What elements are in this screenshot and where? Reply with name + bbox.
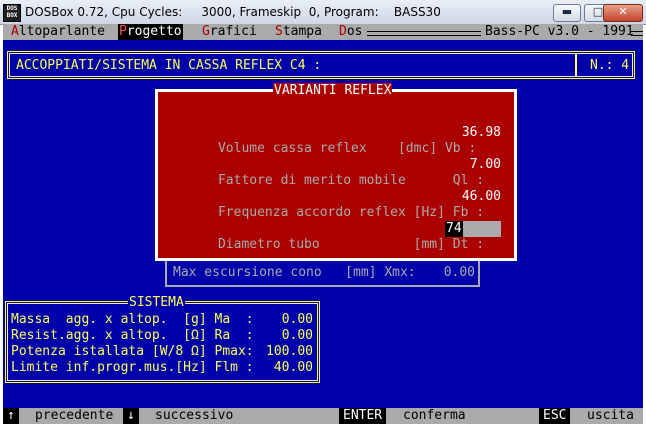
menu-hotkey: S <box>275 24 283 39</box>
menu-dos[interactable]: Dos <box>339 24 362 40</box>
field-value: 36.98 <box>461 125 501 140</box>
project-header-box: ACCOPPIATI/SISTEMA IN CASSA REFLEX C4 : … <box>7 51 635 79</box>
menu-hotkey: P <box>119 24 127 39</box>
row-value: 0.00 <box>281 312 313 327</box>
sistema-row-resistenza: Resist.agg. x altop. [Ω] Ra : 0.00 <box>11 328 313 344</box>
menu-progetto[interactable]: Progetto <box>118 24 183 40</box>
menu-hotkey: D <box>339 24 347 39</box>
project-header-title: ACCOPPIATI/SISTEMA IN CASSA REFLEX C4 : <box>16 58 322 73</box>
sistema-row-massa: Massa agg. x altop. [g] Ma : 0.00 <box>11 312 313 328</box>
label-conferma: conferma <box>403 408 466 423</box>
row-label: Potenza istallata [W/8 Ω] Pmax: <box>11 344 254 359</box>
field-label: Fattore di merito mobile Ql : <box>217 173 485 188</box>
row-label: Limite inf.progr.mus.[Hz] Flm : <box>11 360 254 375</box>
project-number: N.: 4 <box>590 58 630 73</box>
close-icon: ✕ <box>618 5 628 18</box>
menu-label: rafici <box>209 24 257 39</box>
dialog-title: VARIANTI REFLEX <box>273 83 393 99</box>
field-label: Frequenza accordo reflex [Hz] Fb : <box>217 205 485 220</box>
row-label: Massa agg. x altop. [g] Ma : <box>11 312 254 327</box>
minimize-button[interactable]: ▬ <box>553 4 581 22</box>
menu-grafici[interactable]: Grafici <box>202 24 257 40</box>
key-esc[interactable]: ESC <box>539 408 571 424</box>
key-up-arrow[interactable]: ↑ <box>3 408 19 424</box>
program-version-label: Bass-PC v3.0 - 1991 <box>483 24 636 40</box>
sistema-panel: SISTEMA Massa agg. x altop. [g] Ma : 0.00… <box>5 295 320 383</box>
row-value: 100.00 <box>266 344 313 359</box>
header-separator <box>575 54 577 76</box>
menu-label: ltoparlante <box>18 24 105 39</box>
varianti-reflex-dialog: VARIANTI REFLEX Volume cassa reflex [dmc… <box>155 83 517 261</box>
menu-label: rogetto <box>126 24 182 39</box>
menu-divider-line-end <box>631 31 643 36</box>
diametro-tubo-input-text: 74 <box>445 221 463 237</box>
menu-hotkey: A <box>11 24 19 39</box>
menu-altoparlante[interactable]: Altoparlante <box>11 24 105 40</box>
row-value: 0.00 <box>281 328 313 343</box>
status-bar: ↑ precedente ↓ successivo ENTER conferma… <box>3 408 643 424</box>
field-diametro-tubo[interactable]: Diametro tubo [mm] Dt : <box>171 221 484 269</box>
sistema-row-limite: Limite inf.progr.mus.[Hz] Flm : 40.00 <box>11 360 313 376</box>
label-successivo: successivo <box>155 408 234 423</box>
window-title: DOSBox 0.72, Cpu Cycles: 3000, Frameskip… <box>25 5 441 19</box>
field-value: 7.00 <box>469 157 501 172</box>
maximize-icon: □ <box>592 5 604 18</box>
field-label: Diametro tubo [mm] Dt : <box>217 237 485 252</box>
row-value: 40.00 <box>273 360 313 375</box>
minimize-icon: ▬ <box>561 5 573 18</box>
dos-screen: Altoparlante Progetto Grafici Stampa Dos… <box>3 24 643 424</box>
menu-bar: Altoparlante Progetto Grafici Stampa Dos… <box>3 24 643 40</box>
sistema-title: SISTEMA <box>128 295 185 311</box>
label-uscita: uscita <box>587 408 634 423</box>
field-label: Volume cassa reflex [dmc] Vb : <box>217 141 477 156</box>
menu-hotkey: G <box>202 24 210 39</box>
label-precedente: precedente <box>35 408 114 423</box>
menu-label: tampa <box>282 24 322 39</box>
row-label: Resist.agg. x altop. [Ω] Ra : <box>11 328 254 343</box>
field-value: 46.00 <box>461 189 501 204</box>
key-enter[interactable]: ENTER <box>339 408 387 424</box>
window-titlebar[interactable]: DOS BOX DOSBox 0.72, Cpu Cycles: 3000, F… <box>0 0 646 25</box>
sistema-row-potenza: Potenza istallata [W/8 Ω] Pmax: 100.00 <box>11 344 313 360</box>
dosbox-app-icon[interactable]: DOS BOX <box>3 4 21 22</box>
key-down-arrow[interactable]: ↓ <box>123 408 139 424</box>
diametro-tubo-input[interactable]: 74 <box>445 221 501 237</box>
menu-label: os <box>346 24 363 39</box>
close-button[interactable]: ✕ <box>603 4 643 22</box>
app-icon-text: DOS BOX <box>6 5 18 19</box>
menu-divider-line <box>367 31 481 36</box>
menu-stampa[interactable]: Stampa <box>275 24 322 40</box>
